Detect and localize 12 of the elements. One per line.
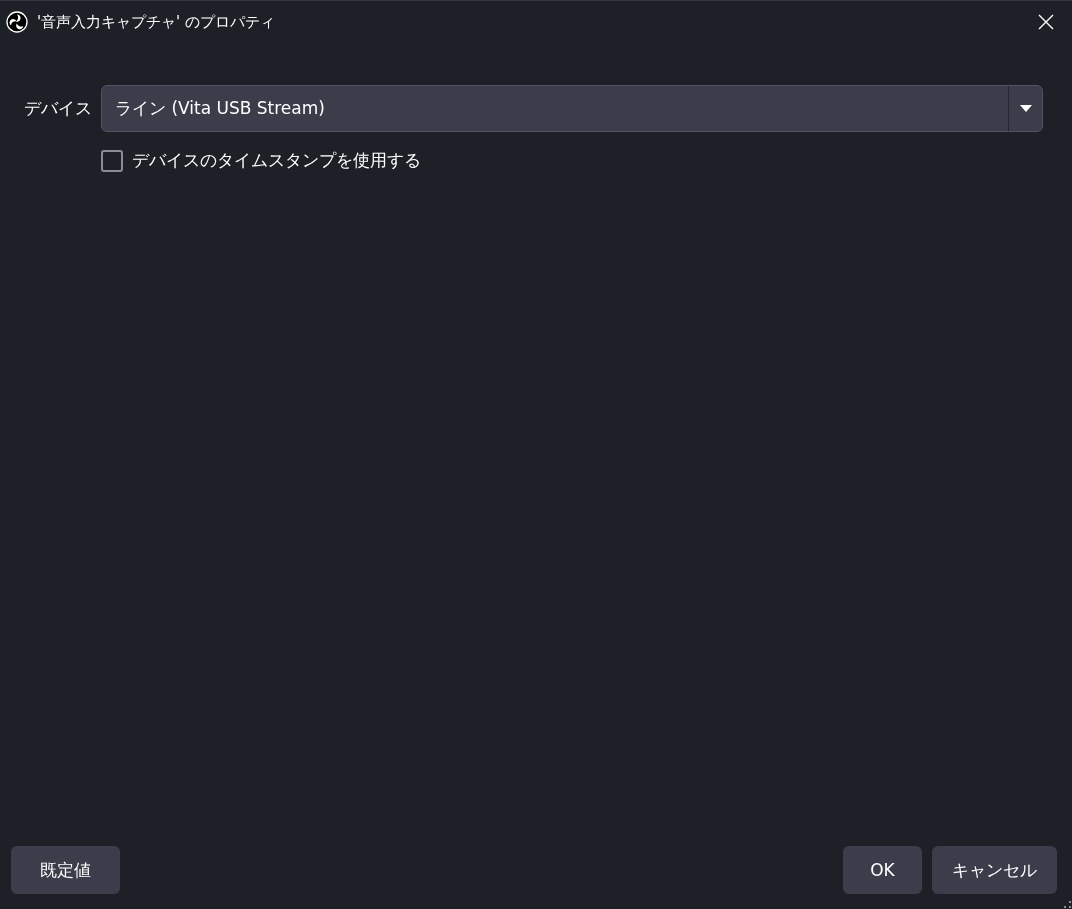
- close-icon: [1038, 14, 1054, 30]
- checkbox[interactable]: [101, 149, 123, 172]
- checkbox-label: デバイスのタイムスタンプを使用する: [132, 149, 421, 172]
- resize-grip-icon[interactable]: [1064, 901, 1071, 908]
- window-title: '音声入力キャプチャ' のプロパティ: [37, 12, 276, 32]
- device-dropdown[interactable]: ライン (Vita USB Stream): [101, 85, 1043, 132]
- dialog-button[interactable]: 既定値: [11, 846, 120, 894]
- field-label: デバイス: [24, 97, 92, 120]
- app-logo-icon: [6, 11, 28, 33]
- dialog-button[interactable]: OK: [843, 846, 922, 894]
- dialog-button[interactable]: キャンセル: [932, 846, 1057, 894]
- caret-icon: [1019, 105, 1032, 112]
